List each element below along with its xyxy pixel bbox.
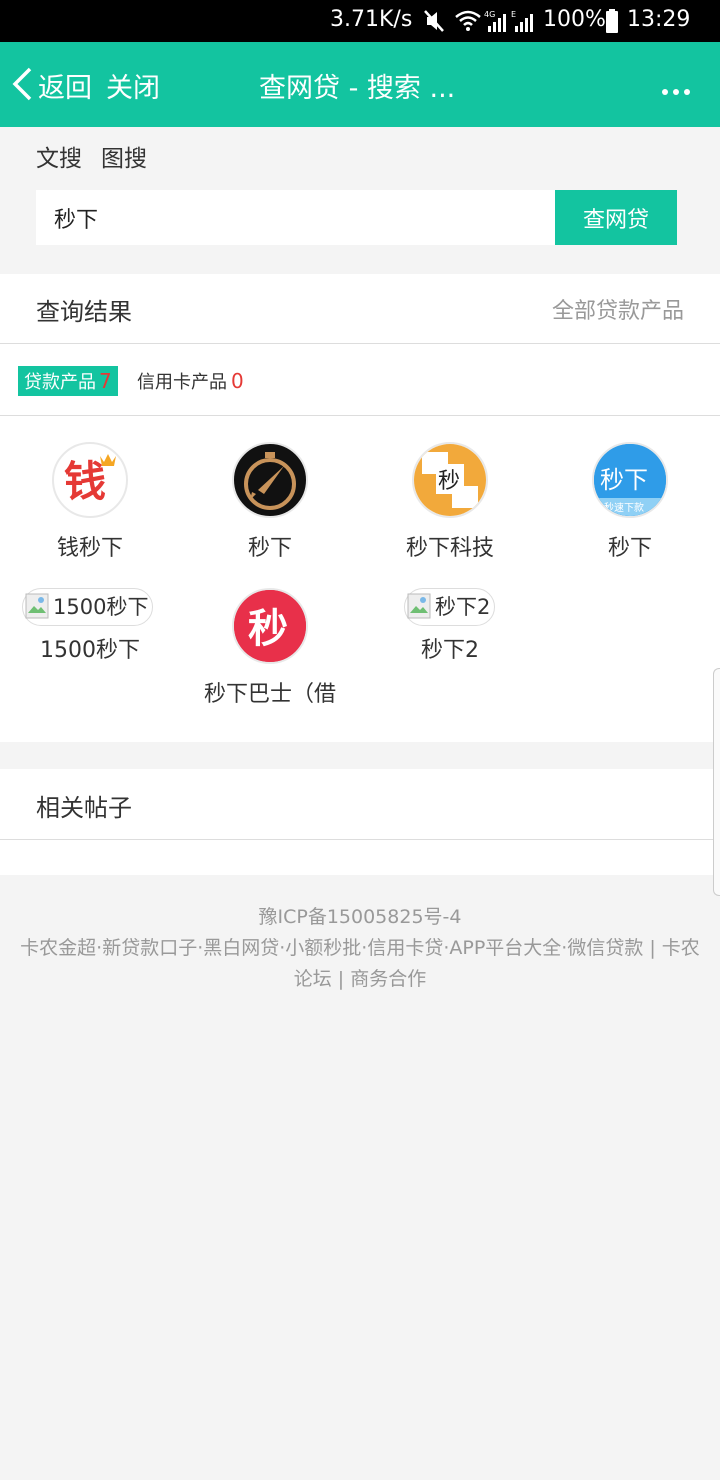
battery-icon <box>606 9 618 33</box>
status-bar: 3.71K/s 4G E 100% 13:29 <box>0 0 720 42</box>
related-posts-section: 相关帖子 <box>0 769 720 875</box>
icp-number: 豫ICP备15005825号-4 <box>258 906 462 928</box>
product-item[interactable]: 秒 秒下科技 <box>360 442 540 562</box>
tab-credit-card-products[interactable]: 信用卡产品 0 <box>137 366 244 398</box>
product-image-broken[interactable]: 秒下2 <box>404 588 496 626</box>
svg-text:秒速下款: 秒速下款 <box>604 501 644 514</box>
broken-image-alt: 秒下2 <box>435 595 491 619</box>
svg-text:秒: 秒 <box>248 606 288 652</box>
broken-image-alt: 1500秒下 <box>53 595 149 619</box>
product-name: 秒下 <box>607 536 652 561</box>
product-logo: 秒下 秒速下款 <box>592 442 668 518</box>
tab-loan-products[interactable]: 贷款产品 7 <box>18 366 118 396</box>
rocket-stopwatch-icon <box>244 452 296 510</box>
title-bar: 返回 关闭 查网贷 - 搜索 ... <box>0 42 720 127</box>
page-title: 查网贷 - 搜索 ... <box>259 73 456 104</box>
product-item[interactable]: 秒下 秒速下款 秒下 <box>540 442 720 562</box>
miaoxia-blue-logo-icon: 秒下 秒速下款 <box>594 444 666 516</box>
broken-image-icon <box>25 593 49 619</box>
results-title: 查询结果 <box>36 298 132 326</box>
results-section: 查询结果 全部贷款产品 贷款产品 7 信用卡产品 0 钱 钱秒下 秒下 秒 秒下… <box>0 274 720 742</box>
tab-card-count: 0 <box>231 369 244 393</box>
tab-image-search[interactable]: 图搜 <box>101 139 147 173</box>
miaoxia-bus-logo-icon: 秒 <box>234 590 306 662</box>
product-item[interactable]: 钱 钱秒下 <box>0 442 180 562</box>
product-image-broken[interactable]: 1500秒下 <box>22 588 154 626</box>
broken-image-icon <box>407 593 431 619</box>
product-name[interactable]: 1500秒下 <box>0 632 180 664</box>
footer: 豫ICP备15005825号-4 卡农金超·新贷款口子·黑白网贷·小额秒批·信用… <box>0 902 720 995</box>
product-name[interactable]: 秒下2 <box>360 632 540 664</box>
divider <box>0 839 720 840</box>
svg-text:4G: 4G <box>484 10 495 19</box>
qian-logo-icon: 钱 <box>64 454 116 506</box>
tab-loan-label: 贷款产品 <box>24 372 96 393</box>
product-logo: 钱 <box>52 442 128 518</box>
product-name: 秒下科技 <box>405 536 494 561</box>
search-area: 文搜 图搜 查网贷 <box>0 127 720 274</box>
mute-icon <box>424 10 444 32</box>
footer-links[interactable]: 卡农金超·新贷款口子·黑白网贷·小额秒批·信用卡贷·APP平台大全·微信贷款 |… <box>0 933 720 964</box>
product-logo <box>232 442 308 518</box>
product-name: 钱秒下 <box>56 536 123 561</box>
back-button[interactable]: 返回 <box>38 66 92 105</box>
product-logo: 秒 <box>232 588 308 664</box>
search-button[interactable]: 查网贷 <box>555 190 677 245</box>
network-speed: 3.71K/s <box>330 7 413 32</box>
more-dots-icon[interactable] <box>662 80 695 99</box>
close-button[interactable]: 关闭 <box>106 66 160 105</box>
product-name: 秒下巴士（借 <box>203 682 336 707</box>
svg-text:秒下: 秒下 <box>600 466 648 494</box>
wifi-icon <box>455 10 481 31</box>
battery-percent: 100% <box>543 7 606 32</box>
all-products-link[interactable]: 全部贷款产品 <box>552 293 684 325</box>
svg-text:秒: 秒 <box>438 469 460 494</box>
product-name: 秒下 <box>247 536 292 561</box>
miaoxia-keji-logo-icon: 秒 <box>414 444 486 516</box>
chevron-left-icon[interactable] <box>10 66 34 102</box>
signal-e-icon: E <box>511 10 533 32</box>
search-input[interactable] <box>36 190 555 245</box>
filter-tabs: 贷款产品 7 信用卡产品 0 <box>0 345 720 416</box>
product-item[interactable]: 秒下 <box>180 442 360 562</box>
footer-links-2[interactable]: 论坛 | 商务合作 <box>0 964 720 995</box>
related-posts-title: 相关帖子 <box>36 794 132 822</box>
tab-card-label: 信用卡产品 <box>137 372 227 393</box>
clock: 13:29 <box>627 7 691 32</box>
signal-4g-icon: 4G <box>484 10 506 32</box>
scroll-handle[interactable] <box>713 668 720 896</box>
product-logo: 秒 <box>412 442 488 518</box>
tab-text-search[interactable]: 文搜 <box>36 139 82 173</box>
product-item[interactable]: 秒 秒下巴士（借 <box>180 588 360 708</box>
svg-text:钱: 钱 <box>64 457 106 506</box>
tab-loan-count: 7 <box>99 369 112 393</box>
svg-text:E: E <box>511 10 516 19</box>
results-header: 查询结果 全部贷款产品 <box>0 274 720 344</box>
